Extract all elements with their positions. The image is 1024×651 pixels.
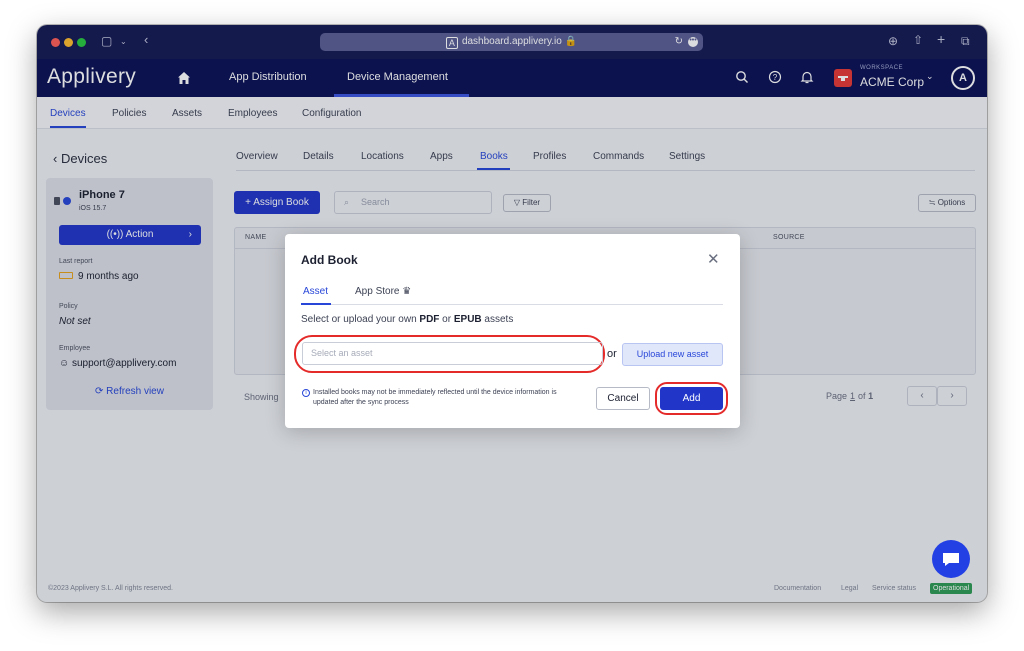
desc-or: or: [439, 314, 454, 325]
tab-app-store-label: App Store: [355, 286, 400, 297]
upload-new-asset-button[interactable]: Upload new asset: [622, 343, 723, 366]
dialog-tab-active-indicator: [301, 303, 331, 305]
desc-epub: EPUB: [453, 314, 482, 325]
sync-info-text: Installed books may not be immediately r…: [313, 389, 557, 406]
or-label: or: [607, 348, 617, 360]
chat-support-button[interactable]: [932, 540, 970, 578]
crown-icon: ♛: [402, 286, 412, 297]
cancel-button[interactable]: Cancel: [596, 387, 650, 410]
info-icon: i: [302, 389, 310, 397]
tab-asset[interactable]: Asset: [303, 286, 328, 297]
dialog-description: Select or upload your own PDF or EPUB as…: [301, 314, 513, 325]
add-button[interactable]: Add: [660, 387, 723, 410]
dialog-title: Add Book: [301, 253, 358, 267]
add-book-dialog: Add Book ✕ Asset App Store ♛ Select or u…: [285, 234, 740, 428]
dialog-tabs-divider: [301, 304, 723, 305]
chat-icon: [943, 553, 959, 566]
close-icon[interactable]: ✕: [707, 250, 720, 268]
desc-suffix: assets: [481, 314, 514, 325]
browser-window: ▢ ⌄ ‹ Adashboard.applivery.io 🔒 ↻ ••• ⊕ …: [37, 25, 987, 602]
tab-app-store[interactable]: App Store ♛: [355, 286, 411, 297]
asset-select[interactable]: Select an asset: [302, 342, 603, 365]
desc-pdf: PDF: [419, 314, 440, 325]
desc-prefix: Select or upload your own: [301, 314, 420, 325]
